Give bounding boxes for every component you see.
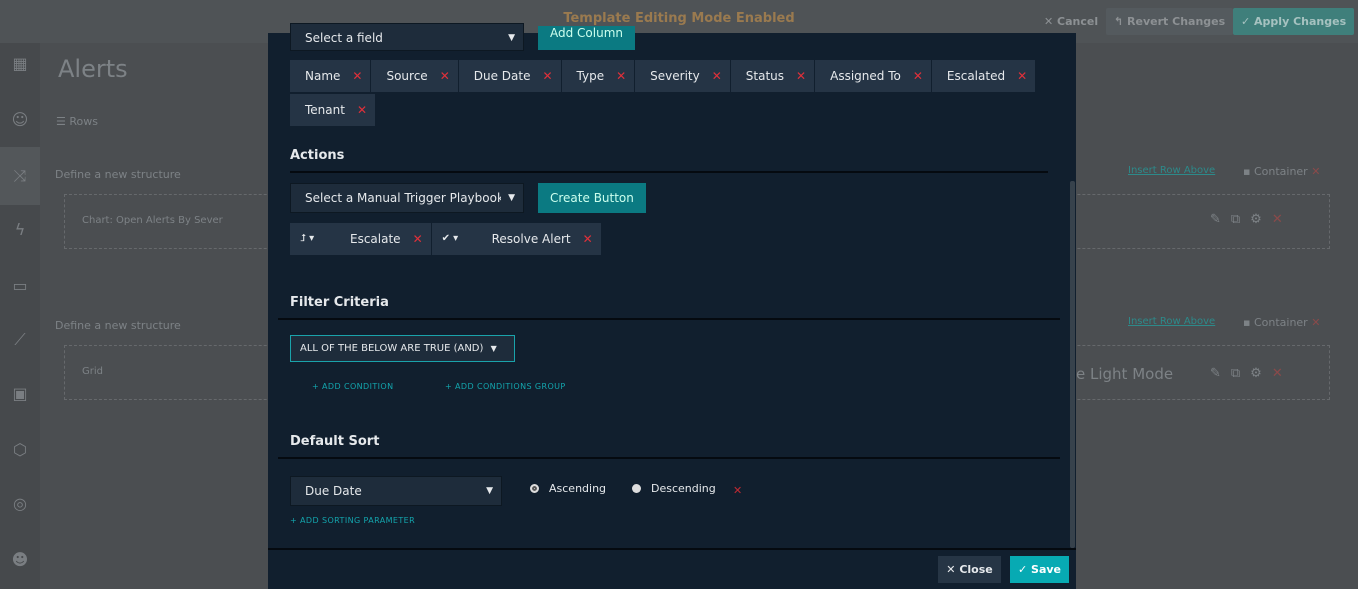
column-chip[interactable]: Type ✕ — [561, 60, 636, 92]
rows-icon: ☰ — [56, 115, 70, 128]
field-select[interactable]: Select a field ▼ — [290, 23, 524, 51]
people-icon[interactable]: ☻ — [0, 545, 40, 575]
remove-icon[interactable]: ✕ — [616, 60, 626, 92]
users-icon[interactable]: ☺ — [0, 105, 40, 135]
close-icon: ✕ — [1044, 15, 1058, 28]
column-chips: Name ✕ Source ✕ Due Date ✕ Type ✕ Severity ✕ Statu… — [290, 60, 1050, 126]
column-chip[interactable]: Due Date ✕ — [458, 60, 562, 92]
divider — [268, 548, 1076, 550]
create-button[interactable]: Create Button — [538, 183, 646, 213]
widget-tools[interactable]: ✎⧉⚙✕ — [1210, 366, 1293, 381]
column-chip[interactable]: Severity ✕ — [635, 60, 731, 92]
insert-row-above-link[interactable]: Insert Row Above — [1128, 165, 1215, 176]
remove-icon[interactable]: ✕ — [913, 60, 923, 92]
container-checkbox[interactable]: ▪ Container ✕ — [1243, 316, 1320, 329]
check-icon[interactable]: ✔ ▾ — [442, 223, 492, 255]
sidebar: ▦ ☺ ⤨ ϟ ▭ ⟋ ▣ ⬡ ◎ ☻ — [0, 43, 40, 589]
action-chip-escalate[interactable]: ⮥ ▾ Escalate ✕ — [290, 223, 432, 255]
check-icon: ✓ — [1241, 15, 1255, 28]
briefcase-icon[interactable]: ▭ — [0, 271, 40, 301]
divider — [278, 457, 1060, 459]
add-sorting-parameter-link[interactable]: + ADD SORTING PARAMETER — [290, 516, 415, 525]
actions-heading: Actions — [290, 148, 345, 163]
check-icon: ✓ — [1017, 563, 1032, 576]
descending-radio[interactable]: Descending — [632, 482, 716, 495]
shield-icon[interactable]: ⬡ — [0, 435, 40, 465]
undo-icon: ↰ — [1114, 15, 1128, 28]
bolt-icon[interactable]: ϟ — [0, 215, 40, 245]
radio-icon[interactable] — [632, 484, 641, 493]
shuffle-icon[interactable]: ⤨ — [0, 147, 40, 205]
cancel-button[interactable]: ✕ Cancel — [1036, 8, 1106, 35]
remove-icon[interactable]: ✕ — [542, 60, 552, 92]
filter-mode-select[interactable]: ALL OF THE BELOW ARE TRUE (AND) ▼ — [290, 335, 515, 362]
add-column-button[interactable]: Add Column — [538, 26, 636, 50]
add-conditions-group-link[interactable]: + ADD CONDITIONS GROUP — [445, 382, 566, 391]
remove-icon[interactable]: ✕ — [413, 223, 423, 255]
remove-icon[interactable]: ✕ — [352, 60, 362, 92]
action-chip-resolve-alert[interactable]: ✔ ▾ Resolve Alert ✕ — [431, 223, 602, 255]
scrollbar[interactable] — [1070, 181, 1075, 548]
remove-icon[interactable]: ✕ — [440, 60, 450, 92]
column-chip[interactable]: Status ✕ — [730, 60, 816, 92]
close-icon: ✕ — [946, 563, 960, 576]
sort-field-select[interactable]: Due Date ▼ — [290, 476, 502, 506]
remove-icon[interactable]: ✕ — [712, 60, 722, 92]
widget-chart-label: Chart: Open Alerts By Sever — [82, 215, 223, 226]
widget-tools[interactable]: ✎⧉⚙✕ — [1210, 212, 1293, 227]
remove-icon[interactable]: ✕ — [583, 223, 593, 255]
remove-icon[interactable]: ✕ — [1311, 316, 1320, 329]
remove-sort-icon[interactable]: ✕ — [733, 484, 742, 497]
rows-label: ☰ Rows — [56, 115, 98, 128]
widget-grid-label: Grid — [82, 366, 103, 377]
divider — [290, 171, 1048, 173]
action-chips: ⮥ ▾ Escalate ✕ ✔ ▾ Resolve Alert ✕ — [290, 223, 602, 255]
container-checkbox[interactable]: ▪ Container ✕ — [1243, 165, 1320, 178]
widgets-icon[interactable]: ▣ — [0, 379, 40, 409]
caret-down-icon: ▼ — [508, 193, 515, 203]
structure-label: Define a new structure — [55, 168, 181, 181]
structure-label: Define a new structure — [55, 319, 181, 332]
column-chip[interactable]: Source ✕ — [371, 60, 459, 92]
arrow-up-icon[interactable]: ⮥ ▾ — [300, 223, 350, 255]
caret-down-icon: ▼ — [490, 344, 497, 353]
grid-settings-modal: Select a field ▼ Add Column Name ✕ Source ✕ D… — [268, 23, 1076, 589]
save-button[interactable]: ✓ Save — [1010, 556, 1069, 583]
remove-icon[interactable]: ✕ — [1311, 165, 1320, 178]
close-button[interactable]: ✕ Close — [938, 556, 1001, 583]
column-chip[interactable]: Assigned To ✕ — [815, 60, 932, 92]
remove-icon[interactable]: ✕ — [796, 60, 806, 92]
column-chip[interactable]: Tenant ✕ — [290, 94, 377, 126]
column-chip[interactable]: Name ✕ — [290, 60, 372, 92]
ascending-radio[interactable]: Ascending — [530, 482, 606, 495]
insert-row-above-link[interactable]: Insert Row Above — [1128, 316, 1215, 327]
column-chip[interactable]: Escalated ✕ — [931, 60, 1037, 92]
dashboard-icon[interactable]: ▦ — [0, 49, 40, 79]
apply-changes-button[interactable]: ✓ Apply Changes — [1233, 8, 1355, 35]
revert-changes-button[interactable]: ↰ Revert Changes — [1106, 8, 1234, 35]
filter-criteria-heading: Filter Criteria — [290, 295, 389, 310]
caret-down-icon: ▼ — [486, 486, 493, 496]
support-icon[interactable]: ◎ — [0, 489, 40, 519]
page-title: Alerts — [58, 55, 128, 83]
chart-icon[interactable]: ⟋ — [0, 325, 40, 355]
default-sort-heading: Default Sort — [290, 434, 380, 449]
caret-down-icon: ▼ — [508, 33, 515, 43]
light-mode-label: e Light Mode — [1076, 365, 1174, 383]
playbook-select[interactable]: Select a Manual Trigger Playbook ▼ — [290, 183, 524, 213]
remove-icon[interactable]: ✕ — [357, 94, 367, 126]
radio-selected-icon[interactable] — [530, 484, 539, 493]
remove-icon[interactable]: ✕ — [1017, 60, 1027, 92]
divider — [278, 318, 1060, 320]
add-condition-link[interactable]: + ADD CONDITION — [312, 382, 394, 391]
